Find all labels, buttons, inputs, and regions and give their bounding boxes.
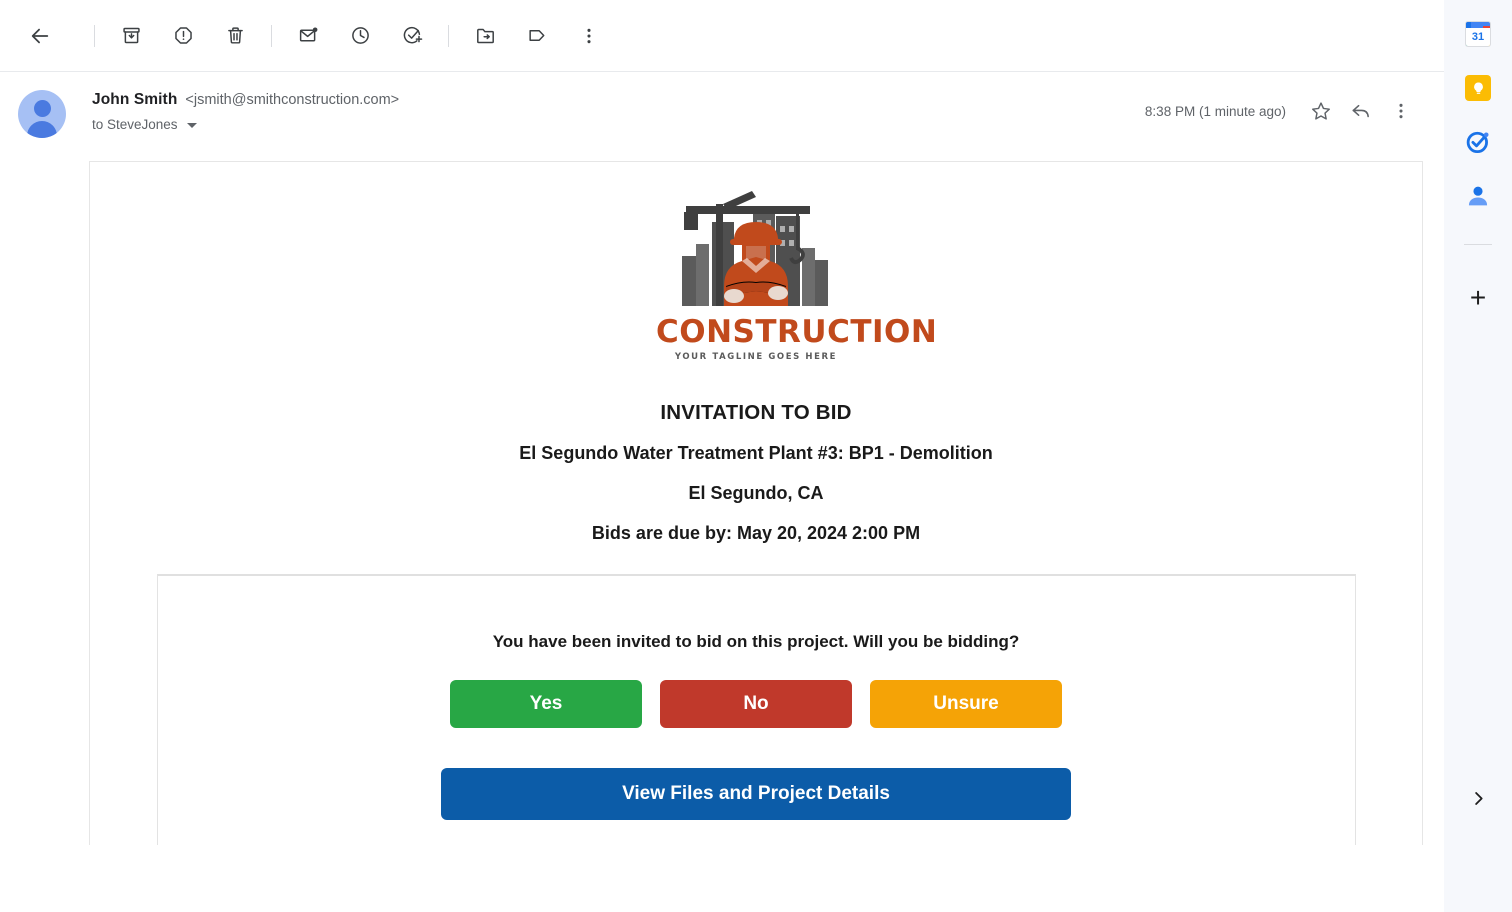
move-to-button[interactable] bbox=[465, 16, 505, 56]
calendar-day-number: 31 bbox=[1466, 28, 1490, 46]
avatar-body bbox=[27, 121, 57, 138]
message-more-button[interactable] bbox=[1382, 92, 1420, 130]
clock-icon bbox=[351, 27, 369, 44]
mark-unread-button[interactable] bbox=[288, 16, 328, 56]
mark-unread-icon bbox=[299, 27, 317, 42]
project-name: El Segundo Water Treatment Plant #3: BP1… bbox=[519, 443, 993, 463]
invitation-heading: INVITATION TO BID bbox=[660, 401, 852, 424]
more-options-button[interactable] bbox=[569, 16, 609, 56]
reply-button[interactable] bbox=[1342, 92, 1380, 130]
toolbar-divider-2 bbox=[271, 24, 272, 47]
google-calendar-icon[interactable]: 31 bbox=[1458, 14, 1498, 54]
archive-icon bbox=[122, 27, 140, 44]
star-button[interactable] bbox=[1302, 92, 1340, 130]
expand-side-panel-button[interactable] bbox=[1458, 778, 1498, 818]
sender-block: John Smith <jsmith@smithconstruction.com… bbox=[92, 88, 1145, 132]
back-arrow-icon bbox=[31, 28, 49, 43]
logo-title: CONSTRUCTION bbox=[656, 314, 938, 350]
report-spam-icon bbox=[174, 27, 192, 44]
tasks-glyph bbox=[1466, 131, 1489, 154]
mail-pane: John Smith <jsmith@smithconstruction.com… bbox=[0, 0, 1444, 845]
star-icon bbox=[1312, 102, 1330, 120]
move-to-folder-icon bbox=[476, 28, 494, 44]
lightbulb-icon bbox=[1473, 82, 1483, 94]
kebab-menu-icon bbox=[587, 28, 591, 43]
trash-icon bbox=[227, 27, 243, 44]
label-tag-icon bbox=[528, 30, 544, 41]
calendar-glyph: 31 bbox=[1465, 21, 1491, 47]
toolbar-divider-3 bbox=[448, 24, 449, 47]
task-add-icon bbox=[403, 26, 422, 44]
chevron-down-icon bbox=[186, 123, 197, 128]
keep-glyph bbox=[1465, 75, 1491, 101]
bid-response-card: You have been invited to bid on this pro… bbox=[156, 574, 1356, 845]
sender-line: John Smith <jsmith@smithconstruction.com… bbox=[92, 91, 1145, 109]
construction-logo: CONSTRUCTION YOUR TAGLINE GOES HERE bbox=[656, 186, 938, 362]
construction-logo-graphic bbox=[682, 191, 828, 306]
delete-button[interactable] bbox=[215, 16, 255, 56]
chevron-right-icon bbox=[1474, 791, 1483, 805]
sender-email: <jsmith@smithconstruction.com> bbox=[185, 92, 400, 108]
recipient-expander[interactable]: to SteveJones bbox=[92, 117, 197, 132]
bid-prompt: You have been invited to bid on this pro… bbox=[492, 632, 1020, 651]
view-files-and-project-details-button[interactable]: View Files and Project Details bbox=[441, 768, 1071, 820]
report-spam-button[interactable] bbox=[163, 16, 203, 56]
snooze-button[interactable] bbox=[340, 16, 380, 56]
gmail-message-view: John Smith <jsmith@smithconstruction.com… bbox=[0, 0, 1512, 912]
avatar[interactable] bbox=[18, 90, 66, 138]
bid-due-date: Bids are due by: May 20, 2024 2:00 PM bbox=[591, 523, 921, 543]
respond-unsure-button[interactable]: Unsure bbox=[870, 680, 1062, 728]
google-keep-icon[interactable] bbox=[1458, 68, 1498, 108]
email-content: CONSTRUCTION YOUR TAGLINE GOES HERE INVI… bbox=[90, 162, 1422, 845]
toolbar-divider-1 bbox=[94, 24, 95, 47]
labels-button[interactable] bbox=[517, 16, 557, 56]
respond-no-button[interactable]: No bbox=[660, 680, 852, 728]
add-side-panel-app-button[interactable]: + bbox=[1458, 278, 1498, 318]
add-to-tasks-button[interactable] bbox=[392, 16, 432, 56]
logo-tagline: YOUR TAGLINE GOES HERE bbox=[674, 352, 838, 362]
email-body-frame: CONSTRUCTION YOUR TAGLINE GOES HERE INVI… bbox=[89, 161, 1423, 845]
contacts-glyph bbox=[1468, 186, 1488, 206]
side-panel-divider bbox=[1464, 244, 1492, 245]
message-toolbar bbox=[0, 0, 1444, 72]
respond-yes-button[interactable]: Yes bbox=[450, 680, 642, 728]
message-header-actions: 8:38 PM (1 minute ago) bbox=[1145, 88, 1420, 130]
reply-arrow-icon bbox=[1352, 104, 1369, 118]
recipient-label: to SteveJones bbox=[92, 117, 178, 132]
archive-button[interactable] bbox=[111, 16, 151, 56]
google-tasks-icon[interactable] bbox=[1458, 122, 1498, 162]
cta-wrapper: View Files and Project Details bbox=[158, 768, 1355, 820]
sender-name: John Smith bbox=[92, 91, 178, 108]
message-header: John Smith <jsmith@smithconstruction.com… bbox=[0, 72, 1444, 150]
google-side-panel: 31 + bbox=[1444, 0, 1512, 912]
message-timestamp: 8:38 PM (1 minute ago) bbox=[1144, 103, 1286, 119]
project-location: El Segundo, CA bbox=[688, 483, 824, 503]
back-button[interactable] bbox=[20, 16, 60, 56]
google-contacts-icon[interactable] bbox=[1458, 176, 1498, 216]
kebab-menu-icon bbox=[1399, 103, 1403, 119]
avatar-head bbox=[33, 100, 51, 117]
bid-response-buttons: Yes No Unsure bbox=[158, 680, 1355, 728]
